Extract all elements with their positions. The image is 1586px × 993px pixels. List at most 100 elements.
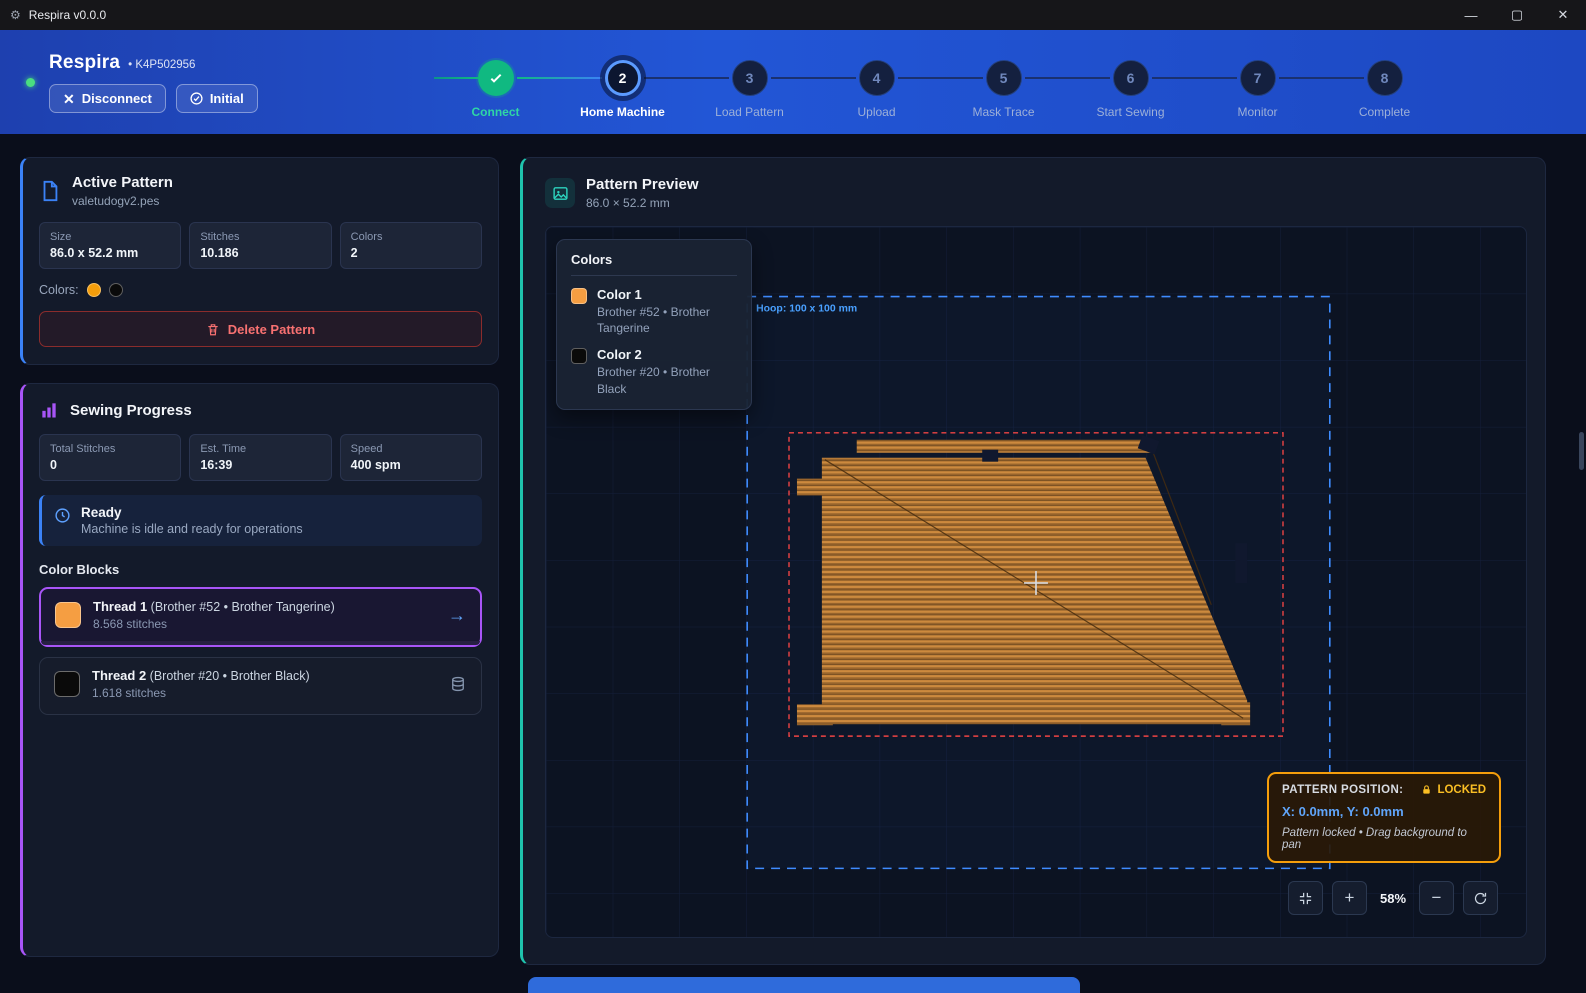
pattern-preview-panel: Pattern Preview 86.0 × 52.2 mm bbox=[520, 157, 1546, 965]
zoom-level: 58% bbox=[1376, 891, 1410, 906]
step-label: Upload bbox=[813, 105, 940, 119]
zoom-out-button[interactable]: − bbox=[1419, 881, 1454, 915]
active-pattern-panel: Active Pattern valetudogv2.pes Size 86.0… bbox=[20, 157, 499, 365]
legend-title: Colors bbox=[571, 252, 737, 276]
fit-view-button[interactable] bbox=[1288, 881, 1323, 915]
trash-icon bbox=[206, 322, 220, 337]
legend-item-color-1: Color 1 Brother #52 • Brother Tangerine bbox=[571, 287, 737, 336]
step-circle: 5 bbox=[986, 60, 1022, 96]
step-home-machine[interactable]: 2 Home Machine bbox=[559, 60, 686, 119]
color-dot-tangerine bbox=[87, 283, 101, 297]
sewing-progress-panel: Sewing Progress Total Stitches 0 Est. Ti… bbox=[20, 383, 499, 957]
position-title: PATTERN POSITION: bbox=[1282, 784, 1403, 796]
stat-label: Speed bbox=[351, 443, 471, 455]
legend-item-color-2: Color 2 Brother #20 • Brother Black bbox=[571, 347, 737, 396]
progress-stats: Total Stitches 0 Est. Time 16:39 Speed 4… bbox=[39, 434, 482, 481]
stat-value: 86.0 x 52.2 mm bbox=[50, 246, 170, 260]
pattern-position-box: PATTERN POSITION: LOCKED X: 0.0mm, Y: 0.… bbox=[1267, 772, 1501, 863]
step-label: Load Pattern bbox=[686, 105, 813, 119]
colors-legend: Colors Color 1 Brother #52 • Brother Tan… bbox=[556, 239, 752, 410]
titlebar: ⚙ Respira v0.0.0 — ▢ ✕ bbox=[0, 0, 1586, 30]
step-complete[interactable]: 8 Complete bbox=[1321, 60, 1448, 119]
pattern-stats: Size 86.0 x 52.2 mm Stitches 10.186 Colo… bbox=[39, 222, 482, 269]
step-label: Mask Trace bbox=[940, 105, 1067, 119]
layers-icon bbox=[449, 675, 467, 693]
step-circle: 8 bbox=[1367, 60, 1403, 96]
thread-stitches: 1.618 stitches bbox=[92, 686, 437, 700]
legend-swatch bbox=[571, 288, 587, 304]
stat-size: Size 86.0 x 52.2 mm bbox=[39, 222, 181, 269]
stat-colors: Colors 2 bbox=[340, 222, 482, 269]
fit-view-icon bbox=[1298, 891, 1313, 906]
position-hint: Pattern locked • Drag background to pan bbox=[1282, 827, 1486, 851]
machine-serial: • K4P502956 bbox=[128, 59, 195, 71]
step-load-pattern[interactable]: 3 Load Pattern bbox=[686, 60, 813, 119]
panel-title: Active Pattern bbox=[72, 174, 173, 191]
thread-block-2[interactable]: Thread 2 (Brother #20 • Brother Black) 1… bbox=[39, 657, 482, 715]
step-upload[interactable]: 4 Upload bbox=[813, 60, 940, 119]
maximize-button[interactable]: ▢ bbox=[1494, 0, 1540, 30]
colors-label: Colors: bbox=[39, 283, 79, 297]
hoop-label: Hoop: 100 x 100 mm bbox=[756, 304, 857, 315]
zoom-controls: + 58% − bbox=[1288, 881, 1498, 915]
stat-value: 0 bbox=[50, 458, 170, 472]
scrollbar-thumb[interactable] bbox=[1579, 432, 1584, 470]
delete-pattern-button[interactable]: Delete Pattern bbox=[39, 311, 482, 347]
stat-label: Stitches bbox=[200, 231, 320, 243]
zoom-in-button[interactable]: + bbox=[1332, 881, 1367, 915]
stat-value: 10.186 bbox=[200, 246, 320, 260]
thread-detail: (Brother #52 • Brother Tangerine) bbox=[151, 600, 335, 614]
thread-detail: (Brother #20 • Brother Black) bbox=[150, 669, 310, 683]
step-label: Monitor bbox=[1194, 105, 1321, 119]
step-circle bbox=[478, 60, 514, 96]
step-start-sewing[interactable]: 6 Start Sewing bbox=[1067, 60, 1194, 119]
step-circle: 2 bbox=[605, 60, 641, 96]
clock-icon bbox=[54, 507, 71, 524]
minimize-button[interactable]: — bbox=[1448, 0, 1494, 30]
machine-status-box: Ready Machine is idle and ready for oper… bbox=[39, 495, 482, 546]
locked-label: LOCKED bbox=[1437, 784, 1486, 796]
initial-label: Initial bbox=[210, 91, 244, 106]
stat-label: Est. Time bbox=[200, 443, 320, 455]
pattern-dimensions: 86.0 × 52.2 mm bbox=[586, 196, 699, 210]
step-label: Start Sewing bbox=[1067, 105, 1194, 119]
connection-status-dot bbox=[26, 78, 35, 87]
app-window: ⚙ Respira v0.0.0 — ▢ ✕ Respira • K4P5029… bbox=[0, 0, 1586, 993]
thread-progress-bar bbox=[41, 641, 480, 645]
stat-speed: Speed 400 spm bbox=[340, 434, 482, 481]
header: Respira • K4P502956 ✕ Disconnect Initial bbox=[0, 30, 1586, 134]
reset-view-button[interactable] bbox=[1463, 881, 1498, 915]
stat-label: Total Stitches bbox=[50, 443, 170, 455]
thread-stitches: 8.568 stitches bbox=[93, 617, 436, 631]
stat-value: 400 spm bbox=[351, 458, 471, 472]
thread-name: Thread 2 (Brother #20 • Brother Black) bbox=[92, 668, 437, 683]
check-circle-icon bbox=[190, 92, 203, 105]
initial-button[interactable]: Initial bbox=[176, 84, 258, 113]
stat-value: 16:39 bbox=[200, 458, 320, 472]
disconnect-button[interactable]: ✕ Disconnect bbox=[49, 84, 166, 113]
notification-bar bbox=[528, 977, 1080, 993]
thread-name: Thread 1 (Brother #52 • Brother Tangerin… bbox=[93, 599, 436, 614]
lock-icon bbox=[1421, 784, 1432, 796]
color-blocks-label: Color Blocks bbox=[39, 562, 482, 577]
document-icon bbox=[39, 179, 61, 203]
thread-block-1[interactable]: Thread 1 (Brother #52 • Brother Tangerin… bbox=[39, 587, 482, 647]
preview-canvas[interactable]: Hoop: 100 x 100 mm bbox=[545, 226, 1527, 938]
step-circle: 4 bbox=[859, 60, 895, 96]
stat-stitches: Stitches 10.186 bbox=[189, 222, 331, 269]
locked-badge: LOCKED bbox=[1421, 784, 1486, 796]
legend-color-name: Color 1 bbox=[597, 287, 737, 302]
app-name: Respira bbox=[49, 52, 120, 74]
legend-color-detail: Brother #20 • Brother Black bbox=[597, 364, 737, 396]
close-icon: ✕ bbox=[63, 92, 75, 106]
step-label: Complete bbox=[1321, 105, 1448, 119]
step-monitor[interactable]: 7 Monitor bbox=[1194, 60, 1321, 119]
step-circle: 3 bbox=[732, 60, 768, 96]
step-circle: 6 bbox=[1113, 60, 1149, 96]
step-connect[interactable]: Connect bbox=[432, 60, 559, 119]
close-button[interactable]: ✕ bbox=[1540, 0, 1586, 30]
stat-value: 2 bbox=[351, 246, 471, 260]
stat-label: Colors bbox=[351, 231, 471, 243]
step-mask-trace[interactable]: 5 Mask Trace bbox=[940, 60, 1067, 119]
window-title: Respira v0.0.0 bbox=[29, 8, 106, 22]
